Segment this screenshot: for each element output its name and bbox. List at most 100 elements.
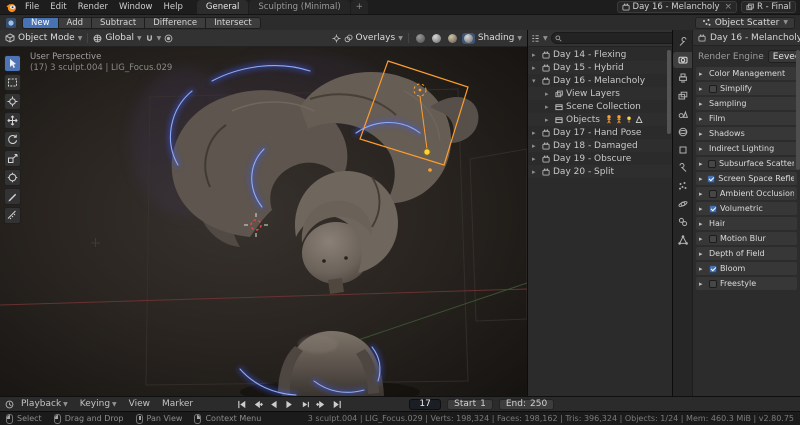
tool-select-button[interactable] xyxy=(4,55,21,72)
add-workspace-button[interactable]: + xyxy=(350,0,368,14)
tool-scale-button[interactable] xyxy=(4,150,21,167)
outliner-row-scene[interactable]: Day 20 - Split xyxy=(528,165,672,178)
viewport-canvas[interactable]: User Perspective (17) 3 sculpt.004 | LIG… xyxy=(0,47,527,396)
section-bloom[interactable]: ▸ Bloom xyxy=(696,262,797,275)
outliner-row-view-layers[interactable]: View Layers xyxy=(528,87,672,100)
snap-options-dropdown[interactable]: ▼ xyxy=(157,35,162,42)
disclosure-arrow-icon[interactable] xyxy=(532,51,539,59)
tab-scene-icon[interactable] xyxy=(673,106,692,122)
shading-material-button[interactable] xyxy=(446,33,459,44)
tab-object-data-icon[interactable] xyxy=(673,232,692,248)
section-freestyle[interactable]: ▸ Freestyle xyxy=(696,277,797,290)
outliner-row-scene[interactable]: Day 18 - Damaged xyxy=(528,139,672,152)
tab-render-icon[interactable] xyxy=(673,52,692,68)
editor-type-outliner-icon[interactable] xyxy=(531,34,540,43)
section-ambient-occlusion[interactable]: ▸ Ambient Occlusion xyxy=(696,187,797,200)
tool-move-button[interactable] xyxy=(4,112,21,129)
checkbox[interactable] xyxy=(709,264,717,273)
section-film[interactable]: ▸ Film xyxy=(696,112,797,125)
op-add-button[interactable]: Add xyxy=(57,16,92,29)
view-layer-selector[interactable]: R - Final xyxy=(741,1,796,13)
scene-selector[interactable]: Day 16 - Melancholy × xyxy=(616,1,738,13)
checkbox[interactable] xyxy=(708,189,717,198)
timeline-menu-marker[interactable]: Marker xyxy=(157,399,198,409)
section-subsurface-scattering[interactable]: ▸Subsurface Scattering xyxy=(696,157,797,170)
snap-magnet-icon[interactable] xyxy=(145,34,154,43)
disclosure-arrow-icon[interactable] xyxy=(545,103,552,111)
shading-wireframe-button[interactable] xyxy=(414,33,427,44)
next-keyframe-button[interactable] xyxy=(314,399,329,410)
checkbox[interactable] xyxy=(709,279,717,288)
editor-type-3d-icon[interactable] xyxy=(5,33,15,43)
checkbox[interactable] xyxy=(709,204,717,213)
tool-select-box-button[interactable] xyxy=(4,74,21,91)
tool-measure-button[interactable] xyxy=(4,207,21,224)
menu-render[interactable]: Render xyxy=(73,0,113,14)
menu-edit[interactable]: Edit xyxy=(45,0,71,14)
section-sampling[interactable]: ▸ Sampling xyxy=(696,97,797,110)
tab-sculpting-minimal[interactable]: Sculpting (Minimal) xyxy=(249,0,350,14)
section-indirect-lighting[interactable]: ▸ Indirect Lighting xyxy=(696,142,797,155)
properties-scrollbar[interactable] xyxy=(796,50,800,170)
tab-view-layer-icon[interactable] xyxy=(673,88,692,104)
outliner-row-scene[interactable]: Day 17 - Hand Pose xyxy=(528,126,672,139)
editor-type-timeline-icon[interactable] xyxy=(5,400,14,409)
play-button[interactable] xyxy=(282,399,297,410)
outliner-search-input[interactable] xyxy=(563,33,684,43)
outliner-row-collection[interactable]: Scene Collection xyxy=(528,100,672,113)
shading-solid-button[interactable] xyxy=(430,33,443,44)
blender-logo-icon[interactable] xyxy=(6,2,17,13)
outliner-scrollbar[interactable] xyxy=(667,50,671,134)
timeline-menu-view[interactable]: View xyxy=(124,399,155,409)
shading-rendered-button[interactable] xyxy=(461,32,475,44)
checkbox[interactable] xyxy=(707,174,716,183)
play-reverse-button[interactable] xyxy=(266,399,281,410)
next-frame-button[interactable] xyxy=(298,399,313,410)
section-volumetric[interactable]: ▸ Volumetric xyxy=(696,202,797,215)
section-depth-of-field[interactable]: ▸ Depth of Field xyxy=(696,247,797,260)
tab-object-icon[interactable] xyxy=(673,142,692,158)
tab-constraints-icon[interactable] xyxy=(673,214,692,230)
disclosure-arrow-icon[interactable] xyxy=(532,129,539,137)
outliner-row-scene[interactable]: Day 19 - Obscure xyxy=(528,152,672,165)
tool-transform-button[interactable] xyxy=(4,169,21,186)
menu-file[interactable]: File xyxy=(20,0,44,14)
tab-output-icon[interactable] xyxy=(673,70,692,86)
prev-keyframe-button[interactable] xyxy=(250,399,265,410)
tool-rotate-button[interactable] xyxy=(4,131,21,148)
tool-annotate-button[interactable] xyxy=(4,188,21,205)
tab-physics-icon[interactable] xyxy=(673,196,692,212)
section-motion-blur[interactable]: ▸ Motion Blur xyxy=(696,232,797,245)
disclosure-arrow-icon[interactable] xyxy=(545,90,552,98)
mode-dropdown[interactable]: Object Mode ▼ xyxy=(18,33,82,43)
disclosure-arrow-icon[interactable] xyxy=(532,142,539,150)
shading-dropdown[interactable]: Shading ▼ xyxy=(478,33,522,43)
tab-general[interactable]: General xyxy=(196,0,249,14)
section-simplify[interactable]: ▸ Simplify xyxy=(696,82,797,95)
frame-end-field[interactable]: End: 250 xyxy=(498,398,555,410)
tab-tool-icon[interactable] xyxy=(673,34,692,50)
outliner-row-scene[interactable]: Day 15 - Hybrid xyxy=(528,61,672,74)
op-subtract-button[interactable]: Subtract xyxy=(91,16,145,29)
timeline-menu-keying[interactable]: Keying ▼ xyxy=(75,399,122,409)
current-frame-field[interactable]: 17 xyxy=(409,398,442,410)
menu-help[interactable]: Help xyxy=(158,0,187,14)
menu-window[interactable]: Window xyxy=(114,0,158,14)
checkbox[interactable] xyxy=(707,159,716,168)
outliner-search[interactable] xyxy=(550,32,688,44)
active-tool-selector[interactable]: Object Scatter ▼ xyxy=(694,16,795,29)
disclosure-arrow-icon[interactable] xyxy=(532,77,539,85)
op-new-button[interactable]: New xyxy=(22,16,58,29)
jump-to-end-button[interactable] xyxy=(330,399,345,410)
op-difference-button[interactable]: Difference xyxy=(144,16,206,29)
outliner-row-scene[interactable]: Day 14 - Flexing xyxy=(528,48,672,61)
frame-start-field[interactable]: Start 1 xyxy=(447,398,493,410)
disclosure-arrow-icon[interactable] xyxy=(532,64,539,72)
timeline-menu-playback[interactable]: Playback ▼ xyxy=(16,399,73,409)
disclosure-arrow-icon[interactable] xyxy=(532,155,539,163)
tab-modifiers-icon[interactable] xyxy=(673,160,692,176)
proportional-edit-icon[interactable] xyxy=(164,34,173,43)
disclosure-arrow-icon[interactable] xyxy=(545,116,552,124)
section-hair[interactable]: ▸ Hair xyxy=(696,217,797,230)
gizmos-toggle-icon[interactable] xyxy=(332,34,341,43)
